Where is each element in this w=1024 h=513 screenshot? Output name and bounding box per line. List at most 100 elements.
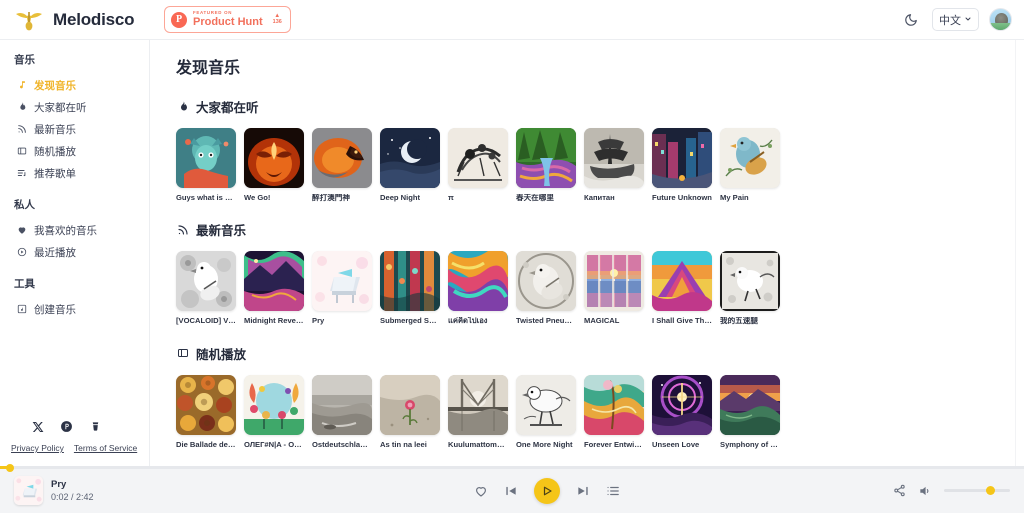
flame-icon <box>176 100 189 113</box>
song-title: แค่คิดไปเอง <box>448 317 488 326</box>
sidebar-item-shuffle[interactable]: 随机播放 <box>0 140 149 162</box>
album-art <box>244 374 304 435</box>
now-playing-art[interactable] <box>14 476 43 505</box>
song-card[interactable]: 醉打澳門神 <box>312 128 372 202</box>
social-links <box>0 419 149 443</box>
language-selector[interactable]: 中文 <box>932 8 979 31</box>
volume-icon[interactable] <box>918 484 932 498</box>
song-card[interactable]: ОЛЕГ#N|A - One... <box>244 374 304 449</box>
sidebar-item-favorites[interactable]: 我喜欢的音乐 <box>0 219 149 241</box>
song-card[interactable]: π <box>448 128 508 202</box>
sidebar-item-label: 最近播放 <box>34 246 76 259</box>
x-twitter-icon[interactable] <box>30 419 45 434</box>
player-bar: Pry 0:02 / 2:42 <box>0 463 1024 513</box>
album-art <box>584 251 644 312</box>
sidebar-group-title: 工具 <box>14 278 35 290</box>
section-title: 大家都在听 <box>196 101 259 115</box>
song-card[interactable]: MAGICAL <box>584 251 644 325</box>
product-hunt-icon[interactable] <box>59 419 74 434</box>
album-art <box>244 251 304 312</box>
shuffle-box-icon <box>16 146 27 157</box>
song-card[interactable]: As tin na leei <box>380 374 440 449</box>
now-playing: Pry 0:02 / 2:42 <box>14 476 244 505</box>
previous-track-icon[interactable] <box>504 484 518 498</box>
song-card[interactable]: I Shall Give Than... <box>652 251 712 325</box>
song-card[interactable]: Midnight Reverie <box>244 251 304 325</box>
privacy-policy-link[interactable]: Privacy Policy <box>11 443 64 453</box>
song-title: Kuulumattomat S... <box>448 440 508 449</box>
song-card[interactable]: Twisted Pneumat... <box>516 251 576 325</box>
song-card[interactable]: Ostdeutschland, ... <box>312 374 372 449</box>
sidebar-item-trending[interactable]: 大家都在听 <box>0 96 149 118</box>
song-card[interactable]: Submerged Sere... <box>380 251 440 325</box>
sidebar: 音乐 发现音乐 大家都在听 最新音乐 随机播放 推荐歌单 私人 我喜欢的音乐 最… <box>0 40 150 467</box>
album-art <box>312 374 372 435</box>
song-card[interactable]: Forever Entwined <box>584 374 644 449</box>
main-scrollbar[interactable] <box>1015 40 1024 467</box>
brand[interactable]: Melodisco <box>14 7 150 33</box>
song-card[interactable]: Symphony of Life <box>720 374 780 449</box>
like-button[interactable] <box>474 484 488 498</box>
sidebar-group-personal: 私人 我喜欢的音乐 最近播放 <box>0 197 149 263</box>
sidebar-item-playlists[interactable]: 推荐歌单 <box>0 162 149 184</box>
song-card[interactable]: 春天在哪里 <box>516 128 576 202</box>
playlist-icon <box>16 168 27 179</box>
song-card[interactable]: Deep Night <box>380 128 440 202</box>
avatar[interactable] <box>989 8 1012 31</box>
product-hunt-icon: P <box>171 11 187 28</box>
song-title: Symphony of Life <box>720 440 780 449</box>
buymeacoffee-icon[interactable] <box>88 419 103 434</box>
song-card[interactable]: แค่คิดไปเอง <box>448 251 508 325</box>
album-art <box>312 128 372 188</box>
song-card[interactable]: Капитан <box>584 128 644 202</box>
song-title: One More Night <box>516 440 573 449</box>
song-title: Guys what is wro... <box>176 194 236 202</box>
terms-of-service-link[interactable]: Terms of Service <box>74 443 137 453</box>
sidebar-item-latest[interactable]: 最新音乐 <box>0 118 149 140</box>
now-playing-title: Pry <box>51 479 67 490</box>
rss-icon <box>176 223 189 236</box>
rss-icon <box>16 124 27 135</box>
volume-slider[interactable] <box>944 486 1010 495</box>
app-root: Melodisco P FEATURED ON Product Hunt ▲ 1… <box>0 0 1024 513</box>
queue-list-icon[interactable] <box>606 484 620 498</box>
song-title: Future Unknown <box>652 194 712 202</box>
brand-name: Melodisco <box>53 9 135 29</box>
moon-icon[interactable] <box>900 9 922 31</box>
next-track-icon[interactable] <box>576 484 590 498</box>
clock-play-icon <box>16 247 27 258</box>
song-card[interactable]: Guys what is wro... <box>176 128 236 202</box>
volume-knob[interactable] <box>985 486 995 495</box>
sidebar-group-music: 音乐 发现音乐 大家都在听 最新音乐 随机播放 推荐歌单 <box>0 52 149 184</box>
playback-progress-knob[interactable] <box>6 463 15 472</box>
song-card[interactable]: [VOCALOID] Virt... <box>176 251 236 325</box>
album-art <box>652 374 712 435</box>
song-card[interactable]: Pry <box>312 251 372 325</box>
song-card[interactable]: Unseen Love <box>652 374 712 449</box>
sidebar-item-create-music[interactable]: 创建音乐 <box>0 298 149 320</box>
album-art <box>720 374 780 435</box>
play-button[interactable] <box>534 477 560 504</box>
sidebar-item-recent[interactable]: 最近播放 <box>0 241 149 263</box>
sidebar-item-label: 发现音乐 <box>34 79 76 92</box>
product-hunt-text: FEATURED ON Product Hunt <box>193 10 263 27</box>
album-art <box>380 251 440 312</box>
header-actions: 中文 <box>900 8 1012 31</box>
song-card[interactable]: Kuulumattomat S... <box>448 374 508 449</box>
song-card[interactable]: Die Ballade der N... <box>176 374 236 449</box>
song-card[interactable]: One More Night <box>516 374 576 449</box>
song-title: Twisted Pneumat... <box>516 317 576 326</box>
share-icon[interactable] <box>893 484 906 497</box>
sidebar-group-tools: 工具 创建音乐 <box>0 276 149 320</box>
section-title: 最新音乐 <box>196 224 247 239</box>
song-card[interactable]: We Go! <box>244 128 304 202</box>
section-header: 最新音乐 <box>176 220 1024 239</box>
song-card[interactable]: 我的五速腿 <box>720 251 780 325</box>
song-card[interactable]: Future Unknown <box>652 128 712 202</box>
sidebar-item-discover[interactable]: 发现音乐 <box>0 74 149 96</box>
product-hunt-badge[interactable]: P FEATURED ON Product Hunt ▲ 136 <box>164 6 291 33</box>
playback-progress-bar[interactable] <box>0 463 1024 472</box>
section-header: 大家都在听 <box>176 97 1024 116</box>
album-art <box>448 374 508 435</box>
song-card[interactable]: My Pain <box>720 128 780 202</box>
